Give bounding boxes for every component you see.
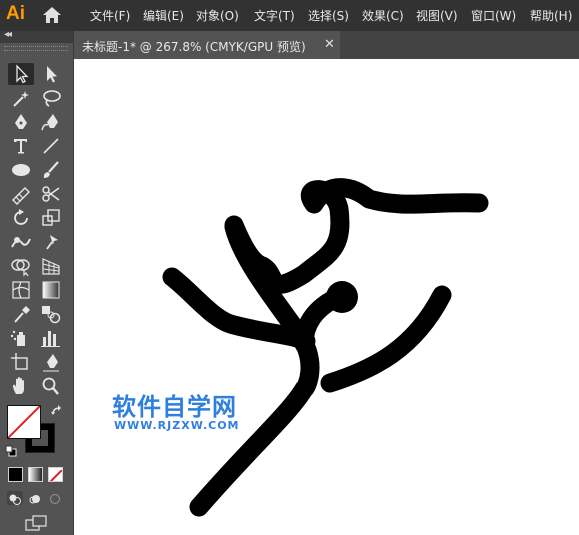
menu-help[interactable]: 帮助(H) <box>530 7 572 24</box>
document-tab-bar: 未标题-1* @ 267.8% (CMYK/GPU 预览) ✕ <box>74 31 579 59</box>
menu-view[interactable]: 视图(V) <box>416 7 458 24</box>
document-tab[interactable]: 未标题-1* @ 267.8% (CMYK/GPU 预览) ✕ <box>74 31 340 59</box>
hand-tool-icon[interactable] <box>8 375 34 397</box>
change-screen-mode-icon[interactable] <box>25 515 49 531</box>
selection-tool-icon[interactable] <box>8 63 34 85</box>
menu-effect[interactable]: 效果(C) <box>362 7 404 24</box>
perspective-grid-tool-icon[interactable] <box>38 255 64 277</box>
artwork-ribbon-path <box>224 178 489 294</box>
menu-window[interactable]: 窗口(W) <box>471 7 516 24</box>
app-logo: Ai <box>6 3 25 24</box>
column-graph-tool-icon[interactable] <box>38 327 64 349</box>
mesh-tool-icon[interactable] <box>8 279 34 301</box>
lasso-tool-icon[interactable] <box>38 87 64 109</box>
paintbrush-tool-icon[interactable] <box>38 159 64 181</box>
direct-selection-tool-icon[interactable] <box>38 63 64 85</box>
menu-object[interactable]: 对象(O) <box>196 7 239 24</box>
menu-type[interactable]: 文字(T) <box>254 7 295 24</box>
toolbar-grip[interactable] <box>4 46 68 51</box>
collapse-panel-icon[interactable]: ◂◂ <box>4 29 12 40</box>
artboard-canvas[interactable]: 软件自学网 WWW.RJZXW.COM <box>74 59 579 535</box>
menu-file[interactable]: 文件(F) <box>90 7 130 24</box>
ellipse-tool-icon[interactable] <box>8 159 34 181</box>
document-tab-title: 未标题-1* @ 267.8% (CMYK/GPU 预览) <box>82 40 306 54</box>
swap-fill-stroke-icon[interactable] <box>50 404 64 418</box>
shaper-tool-icon[interactable] <box>8 183 34 205</box>
draw-behind-icon[interactable] <box>27 491 43 505</box>
draw-normal-icon[interactable] <box>7 491 23 505</box>
draw-inside-icon[interactable] <box>47 491 63 505</box>
watermark-url: WWW.RJZXW.COM <box>114 419 240 432</box>
fill-swatch-front <box>7 405 41 439</box>
none-button[interactable] <box>48 467 63 482</box>
scale-tool-icon[interactable] <box>38 207 64 229</box>
magic-wand-tool-icon[interactable] <box>8 87 34 109</box>
blend-tool-icon[interactable] <box>38 303 64 325</box>
menu-select[interactable]: 选择(S) <box>308 7 349 24</box>
type-tool-icon[interactable] <box>8 135 34 157</box>
dancer-artwork[interactable] <box>74 59 579 535</box>
watermark-text: 软件自学网 <box>112 393 237 421</box>
puppet-warp-tool-icon[interactable] <box>38 231 64 253</box>
line-segment-tool-icon[interactable] <box>38 135 64 157</box>
color-button[interactable] <box>8 467 23 482</box>
zoom-tool-icon[interactable] <box>38 375 64 397</box>
gradient-tool-icon[interactable] <box>38 279 64 301</box>
default-fill-stroke-icon[interactable] <box>5 445 17 457</box>
curvature-tool-icon[interactable] <box>38 111 64 133</box>
shape-builder-tool-icon[interactable] <box>8 255 34 277</box>
eyedropper-tool-icon[interactable] <box>8 303 34 325</box>
menu-bar: Ai 文件(F) 编辑(E) 对象(O) 文字(T) 选择(S) 效果(C) 视… <box>0 0 579 31</box>
artwork-head <box>326 281 358 313</box>
menu-edit[interactable]: 编辑(E) <box>143 7 184 24</box>
artboard-tool-icon[interactable] <box>8 351 34 373</box>
pen-tool-icon[interactable] <box>8 111 34 133</box>
artwork-body-path <box>189 217 320 517</box>
symbol-sprayer-tool-icon[interactable] <box>8 327 34 349</box>
tools-panel: ◂◂ <box>0 29 74 535</box>
home-icon[interactable] <box>42 6 62 24</box>
rotate-tool-icon[interactable] <box>8 207 34 229</box>
toolbar-header: ◂◂ <box>0 29 73 43</box>
close-tab-icon[interactable]: ✕ <box>324 37 335 52</box>
slice-tool-icon[interactable] <box>38 351 64 373</box>
gradient-button[interactable] <box>28 467 43 482</box>
warp-tool-icon[interactable] <box>8 231 34 253</box>
scissors-tool-icon[interactable] <box>38 183 64 205</box>
